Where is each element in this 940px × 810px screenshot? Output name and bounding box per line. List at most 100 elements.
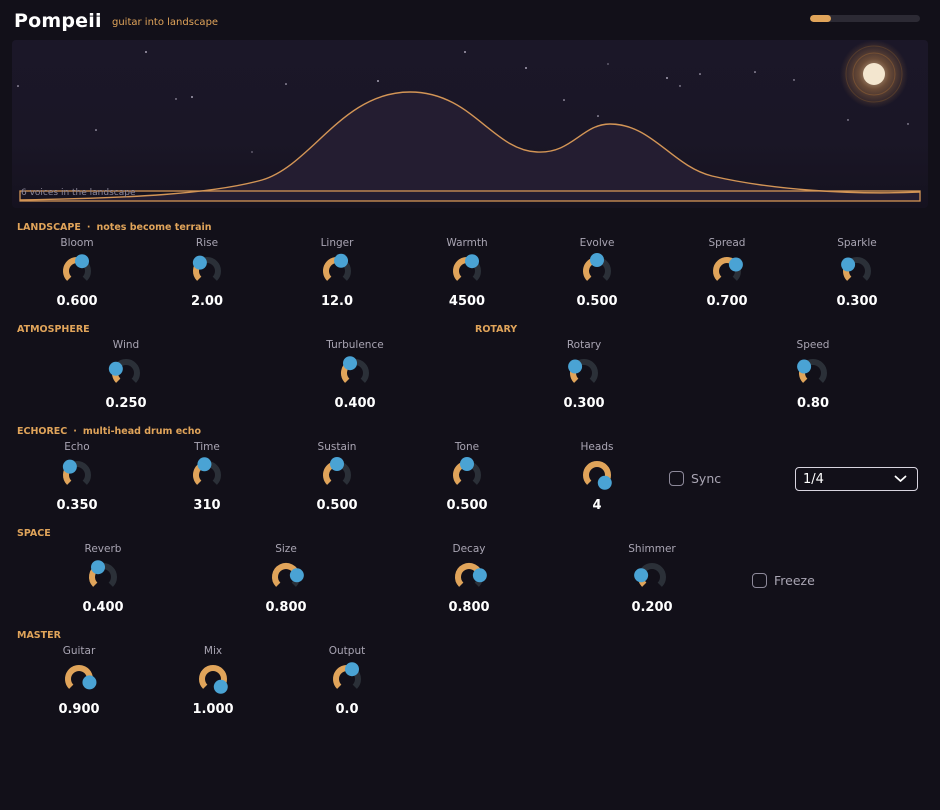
- knob-turbulence-dial[interactable]: [335, 353, 375, 393]
- knob-shimmer-dial[interactable]: [632, 557, 672, 597]
- knob-sustain-value: 0.500: [316, 498, 358, 513]
- knob-shimmer-handle: [634, 568, 649, 583]
- knob-sparkle-value: 0.300: [836, 294, 878, 309]
- output-level-meter: [810, 15, 920, 22]
- knob-spread-handle: [728, 257, 743, 272]
- knob-output-value: 0.0: [335, 702, 359, 717]
- landscape-graphic: [17, 40, 921, 202]
- knob-heads-handle: [597, 475, 612, 490]
- knob-bloom-value: 0.600: [56, 294, 98, 309]
- sync-toggle[interactable]: Sync: [669, 471, 721, 486]
- section-echorec-subtitle: multi-head drum echo: [82, 426, 202, 437]
- knob-time-dial[interactable]: [187, 455, 227, 495]
- knob-wind-handle: [108, 361, 123, 376]
- knob-output-handle: [344, 662, 359, 677]
- knob-tone-handle: [460, 457, 474, 471]
- knob-evolve-dial[interactable]: [577, 251, 617, 291]
- section-landscape: LANDSCAPE · notes become terrain: [17, 222, 212, 233]
- voice-count-caption: 6 voices in the landscape: [21, 188, 136, 198]
- knob-size-handle: [289, 568, 304, 583]
- freeze-checkbox[interactable]: [752, 573, 767, 588]
- knob-tone-dial[interactable]: [447, 455, 487, 495]
- knob-bloom-handle: [74, 254, 89, 269]
- app-subtitle: guitar into landscape: [112, 17, 219, 28]
- knob-reverb-label: Reverb: [84, 543, 122, 555]
- knob-output-dial[interactable]: [327, 659, 367, 699]
- app-title: Pompeii: [14, 10, 102, 32]
- knob-rise-value: 2.00: [190, 294, 224, 309]
- knob-output-label: Output: [328, 645, 366, 657]
- knob-mix-value: 1.000: [192, 702, 234, 717]
- knob-rise-dial[interactable]: [187, 251, 227, 291]
- knob-tone-label: Tone: [454, 441, 480, 453]
- knob-guitar-label: Guitar: [62, 645, 96, 657]
- section-master: MASTER: [17, 630, 61, 641]
- knob-echo-handle: [62, 459, 77, 474]
- knob-heads-value: 4: [592, 498, 602, 513]
- knob-mix-label: Mix: [203, 645, 223, 657]
- section-landscape-separator: ·: [86, 222, 91, 233]
- knob-decay-handle: [472, 568, 487, 583]
- knob-wind-dial[interactable]: [106, 353, 146, 393]
- knob-sustain-label: Sustain: [317, 441, 357, 453]
- knob-rotary-label: Rotary: [566, 339, 602, 351]
- knob-decay-dial[interactable]: [449, 557, 489, 597]
- knob-echo-dial[interactable]: [57, 455, 97, 495]
- knob-linger-dial[interactable]: [317, 251, 357, 291]
- knob-rotary-value: 0.300: [563, 396, 605, 411]
- knob-turbulence-label: Turbulence: [326, 339, 384, 351]
- knob-decay-label: Decay: [452, 543, 486, 555]
- knob-reverb-handle: [91, 560, 106, 575]
- knob-evolve-handle: [590, 253, 604, 267]
- knob-turbulence-value: 0.400: [334, 396, 376, 411]
- section-echorec-title: ECHOREC: [17, 426, 68, 437]
- section-rotary: ROTARY: [475, 324, 518, 335]
- knob-warmth-dial[interactable]: [447, 251, 487, 291]
- knob-speed-label: Speed: [796, 339, 830, 351]
- knob-time-handle: [197, 457, 212, 472]
- echo-division-value: 1/4: [803, 471, 824, 487]
- sync-checkbox[interactable]: [669, 471, 684, 486]
- knob-linger-handle: [334, 253, 349, 268]
- knob-spread-value: 0.700: [706, 294, 748, 309]
- freeze-toggle[interactable]: Freeze: [752, 573, 815, 588]
- terrain-fill: [20, 92, 920, 201]
- knob-mix-handle: [213, 679, 228, 694]
- knob-guitar-dial[interactable]: [59, 659, 99, 699]
- section-landscape-title: LANDSCAPE: [17, 222, 81, 233]
- knob-rotary-dial[interactable]: [564, 353, 604, 393]
- knob-guitar-value: 0.900: [58, 702, 100, 717]
- knob-sustain-handle: [330, 457, 344, 471]
- knob-size-label: Size: [275, 543, 297, 555]
- knob-size-dial[interactable]: [266, 557, 306, 597]
- knob-reverb-dial[interactable]: [83, 557, 123, 597]
- knob-decay-value: 0.800: [448, 600, 490, 615]
- knob-rise-handle: [192, 255, 207, 270]
- knob-turbulence-handle: [343, 356, 358, 371]
- knob-heads-dial[interactable]: [577, 455, 617, 495]
- knob-guitar-handle: [82, 675, 97, 690]
- echo-division-dropdown[interactable]: 1/4: [795, 467, 918, 491]
- output-level-meter-fill: [810, 15, 831, 22]
- freeze-label: Freeze: [774, 573, 815, 588]
- knob-speed-dial[interactable]: [793, 353, 833, 393]
- knob-sparkle-handle: [841, 257, 856, 272]
- knob-sparkle-dial[interactable]: [837, 251, 877, 291]
- knob-bloom-dial[interactable]: [57, 251, 97, 291]
- knob-size-value: 0.800: [265, 600, 307, 615]
- sync-label: Sync: [691, 471, 722, 486]
- knob-shimmer-value: 0.200: [631, 600, 673, 615]
- knob-sparkle-label: Sparkle: [837, 237, 877, 249]
- knob-time-value: 310: [193, 498, 221, 513]
- knob-spread-label: Spread: [708, 237, 746, 249]
- knob-mix-dial[interactable]: [193, 659, 233, 699]
- knob-warmth-value: 4500: [448, 294, 486, 309]
- knob-rotary-handle: [568, 359, 583, 374]
- knob-spread-dial[interactable]: [707, 251, 747, 291]
- knob-sustain-dial[interactable]: [317, 455, 357, 495]
- section-echorec-separator: ·: [73, 426, 77, 437]
- knob-evolve-value: 0.500: [576, 294, 618, 309]
- knob-linger-label: Linger: [320, 237, 354, 249]
- knob-wind-label: Wind: [112, 339, 140, 351]
- section-echorec: ECHOREC · multi-head drum echo: [17, 426, 201, 437]
